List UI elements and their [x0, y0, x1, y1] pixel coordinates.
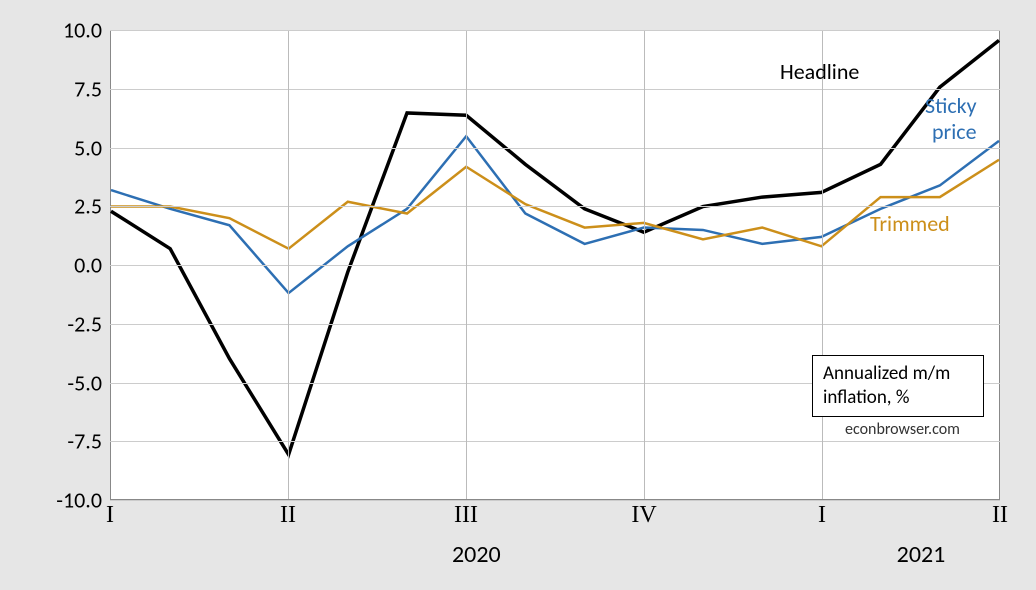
- gridline-x: [644, 31, 645, 499]
- y-tick-label: -10.0: [22, 487, 102, 514]
- y-tick-label: 5.0: [22, 134, 102, 161]
- x-quarter-label: III: [454, 502, 478, 529]
- y-tick-label: -2.5: [22, 310, 102, 337]
- chart-container: -10.0-7.5-5.0-2.50.02.55.07.510.0IIIIIII…: [0, 0, 1036, 590]
- y-tick-label: -7.5: [22, 428, 102, 455]
- legend-box: Annualized m/m inflation, %: [812, 355, 984, 417]
- y-tick-label: 10.0: [22, 17, 102, 44]
- gridline-y: [110, 89, 1000, 90]
- gridline-x: [466, 31, 467, 499]
- x-quarter-label: I: [818, 502, 826, 529]
- label-sticky-line1: Sticky: [925, 92, 977, 119]
- gridline-y: [110, 148, 1000, 149]
- gridline-y: [110, 500, 1000, 501]
- x-year-label: 2021: [897, 540, 946, 569]
- x-quarter-label: IV: [631, 502, 656, 529]
- gridline-y: [110, 30, 1000, 31]
- y-tick-label: 7.5: [22, 75, 102, 102]
- x-quarter-label: I: [106, 502, 114, 529]
- credit-text: econbrowser.com: [845, 420, 960, 439]
- x-quarter-label: II: [992, 502, 1008, 529]
- gridline-x: [822, 31, 823, 499]
- y-tick-label: -5.0: [22, 369, 102, 396]
- gridline-y: [110, 441, 1000, 442]
- label-trimmed: Trimmed: [870, 210, 950, 237]
- x-year-label: 2020: [452, 540, 501, 569]
- gridline-y: [110, 206, 1000, 207]
- label-sticky-line2: price: [932, 118, 977, 145]
- x-quarter-label: II: [280, 502, 296, 529]
- label-headline: Headline: [780, 58, 859, 85]
- gridline-x: [288, 31, 289, 499]
- legend-line2: inflation, %: [823, 386, 973, 410]
- gridline-y: [110, 324, 1000, 325]
- y-tick-label: 0.0: [22, 252, 102, 279]
- gridline-y: [110, 265, 1000, 266]
- y-tick-label: 2.5: [22, 193, 102, 220]
- legend-line1: Annualized m/m: [823, 362, 973, 386]
